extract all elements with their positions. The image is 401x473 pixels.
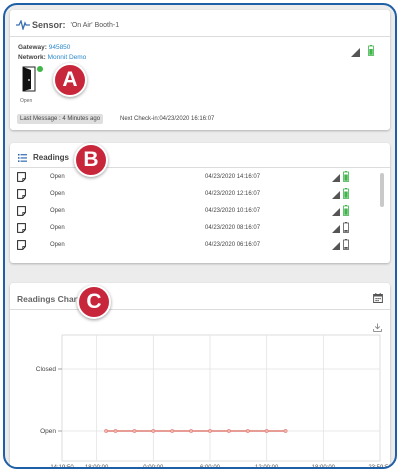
gateway-label: Gateway: <box>18 44 47 51</box>
table-row[interactable]: Open 04/23/2020 10:16:07 <box>10 203 376 220</box>
reading-time: 04/23/2020 12:16:07 <box>205 191 261 197</box>
last-message-badge: Last Message : 4 Minutes ago <box>17 114 104 124</box>
sensor-label: Sensor: <box>32 20 66 30</box>
table-row[interactable]: Open 04/23/2020 12:16:07 <box>10 186 376 203</box>
reading-state: Open <box>50 191 65 197</box>
x-tick-label: 18:00:00 <box>312 465 336 469</box>
data-point <box>113 429 118 433</box>
signal-icon <box>332 242 340 250</box>
chart-card: Readings Chart 14:19:50 18:00:00 0:00:00 6:… <box>10 283 392 467</box>
battery-icon <box>343 205 349 216</box>
reading-state: Open <box>50 174 65 180</box>
signal-icon <box>332 191 340 199</box>
callout-b: B <box>74 143 108 177</box>
plot-area <box>61 334 381 462</box>
readings-scrollbar[interactable] <box>380 173 384 207</box>
signal-icon <box>351 48 360 57</box>
battery-icon <box>368 45 374 56</box>
readings-list: Open 04/23/2020 14:16:07 Open 04/23/2020… <box>10 169 390 261</box>
x-tick-label: 12:00:00 <box>255 465 279 469</box>
signal-icon <box>332 225 340 233</box>
signal-icon <box>332 174 340 182</box>
table-row[interactable]: Open 04/23/2020 06:16:07 <box>10 237 376 254</box>
status-dot <box>37 66 43 72</box>
gateway-link[interactable]: 945850 <box>49 44 71 51</box>
battery-icon <box>343 239 349 250</box>
door-open-icon <box>22 66 36 92</box>
x-tick-label: 23:59:59 <box>368 465 392 469</box>
data-point <box>151 429 156 433</box>
data-point <box>245 429 250 433</box>
data-point <box>226 429 231 433</box>
x-tick-label: 0:00:00 <box>143 465 164 469</box>
note-icon[interactable] <box>17 240 26 250</box>
data-point <box>189 429 194 433</box>
data-point <box>208 429 212 433</box>
y-tick-label: Open <box>40 428 56 435</box>
reading-time: 04/23/2020 14:16:07 <box>205 174 261 180</box>
note-icon[interactable] <box>17 206 26 216</box>
battery-icon <box>343 171 349 182</box>
x-tick-label: 14:19:50 <box>50 465 74 469</box>
divider <box>10 36 390 37</box>
readings-chart: 14:19:50 18:00:00 0:00:00 6:00:00 12:00:00 18… <box>36 334 392 469</box>
readings-title: Readings <box>33 153 70 162</box>
gateway-row: Gateway: 945850 <box>18 44 70 51</box>
x-tick-label: 6:00:00 <box>200 465 221 469</box>
reading-state: Open <box>50 225 65 231</box>
reading-time: 04/23/2020 06:16:07 <box>205 242 261 248</box>
sensor-state: Open <box>20 98 33 104</box>
reading-state: Open <box>50 242 65 248</box>
data-point <box>104 429 109 433</box>
sensor-name: 'On Air' Booth-1 <box>70 21 120 29</box>
data-point <box>264 429 269 433</box>
battery-icon <box>343 188 349 199</box>
network-label: Network: <box>18 54 46 61</box>
network-row: Network: Monnit Demo <box>18 54 86 61</box>
battery-icon <box>343 222 349 233</box>
callout-c: C <box>77 285 111 319</box>
table-row[interactable]: Open 04/23/2020 08:16:07 <box>10 220 376 237</box>
table-row[interactable]: Open 04/23/2020 14:16:07 <box>10 169 376 186</box>
sensor-header: Sensor: 'On Air' Booth-1 <box>16 17 119 33</box>
x-tick-label: 18:00:00 <box>85 465 109 469</box>
list-icon <box>18 153 27 162</box>
note-icon[interactable] <box>17 223 26 233</box>
reading-state: Open <box>50 208 65 214</box>
reading-time: 04/23/2020 08:16:07 <box>205 225 261 231</box>
signal-icon <box>332 208 340 216</box>
callout-a: A <box>53 63 87 97</box>
reading-time: 04/23/2020 10:16:07 <box>205 208 261 214</box>
readings-header: Readings <box>18 153 69 162</box>
note-icon[interactable] <box>17 189 26 199</box>
readings-card: Readings Open 04/23/2020 14:16:07 Open 0… <box>10 143 390 263</box>
data-point <box>170 429 175 433</box>
network-link[interactable]: Monnit Demo <box>48 54 87 61</box>
data-point <box>132 429 137 433</box>
pulse-icon <box>16 20 30 30</box>
note-icon[interactable] <box>17 172 26 182</box>
y-tick-label: Closed <box>36 366 57 373</box>
next-checkin: Next Check-in:04/23/2020 16:16:07 <box>120 116 215 122</box>
divider <box>10 167 390 168</box>
data-point <box>283 429 288 433</box>
